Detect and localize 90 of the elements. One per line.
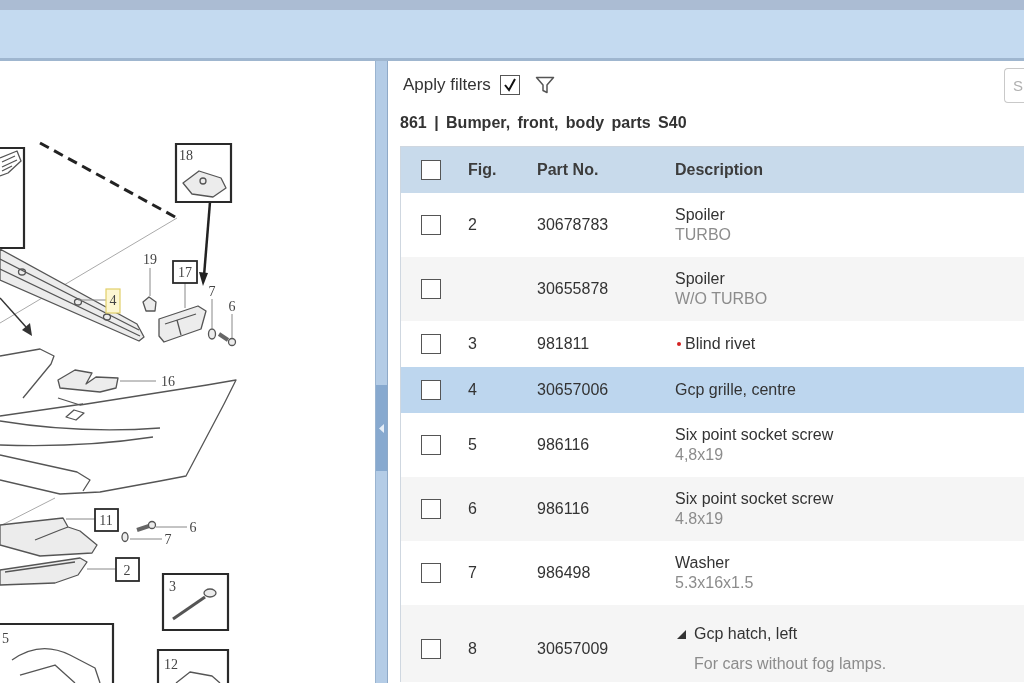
filter-icon[interactable] — [534, 75, 555, 95]
figure-number: 5 — [468, 435, 478, 455]
parts-row[interactable]: 30655878 Spoiler W/O TURBO — [401, 257, 1024, 321]
inset-frame — [161, 572, 230, 632]
part-number: 30655878 — [537, 279, 610, 299]
figure-number: 8 — [468, 639, 478, 659]
splitter-handle[interactable] — [376, 385, 387, 471]
row-checkbox[interactable] — [421, 435, 441, 455]
callout-label[interactable]: 3 — [169, 579, 176, 594]
inset-frame — [174, 142, 233, 204]
part-number: 30657006 — [537, 380, 610, 400]
callout-label[interactable]: 19 — [143, 252, 157, 267]
leader-line — [77, 299, 107, 301]
parts-row[interactable]: 4 30657006 Gcp grille, centre — [401, 367, 1024, 413]
search-field[interactable]: S — [1004, 67, 1024, 103]
description-text: Spoiler — [675, 205, 725, 225]
pointer-arrow — [0, 297, 32, 336]
leader-line — [119, 380, 157, 382]
group-title: 861 | Bumper, front, body parts S40 — [400, 113, 688, 133]
caret-left-icon — [379, 423, 384, 433]
part-number: 986116 — [537, 499, 591, 519]
column-header: Fig. — [468, 160, 498, 180]
leader-line — [149, 267, 151, 297]
description-note: 5.3x16x1.5 — [675, 573, 754, 593]
filter-label: Apply filters — [403, 75, 491, 95]
part-number: 986498 — [537, 563, 592, 583]
select-all-checkbox[interactable] — [421, 160, 441, 180]
description-text: Six point socket screw — [675, 425, 834, 445]
description-text: Spoiler — [675, 269, 725, 289]
callout-label[interactable]: 12 — [164, 657, 178, 672]
filter-checkbox[interactable] — [499, 75, 520, 95]
row-checkbox[interactable] — [421, 334, 441, 354]
washer-drawing — [121, 531, 129, 543]
callout-label[interactable]: 4 — [105, 288, 121, 314]
callout-label[interactable]: 6 — [228, 299, 236, 314]
description-text: Blind rivet — [685, 334, 756, 354]
row-checkbox[interactable] — [421, 563, 441, 583]
callout-label[interactable]: 16 — [161, 374, 175, 389]
parts-row[interactable]: 8 30657009 Gcp hatch, left For cars without fog lamps. — [401, 605, 1024, 682]
expanded-triangle-icon[interactable] — [677, 629, 686, 639]
screw-drawing — [136, 520, 157, 532]
part-number: 986116 — [537, 435, 591, 455]
description-text: Gcp hatch, left — [694, 624, 798, 644]
row-checkbox[interactable] — [421, 639, 441, 659]
leader-line — [65, 518, 96, 520]
washer-drawing — [207, 328, 217, 340]
screw-drawing — [217, 332, 237, 347]
row-checkbox[interactable] — [421, 380, 441, 400]
parts-row[interactable]: 6 986116 Six point socket screw 4.8x19 — [401, 477, 1024, 541]
figure-number: 2 — [468, 215, 478, 235]
figure-number: 7 — [468, 563, 478, 583]
leader-line — [155, 526, 188, 528]
callout-label[interactable]: 2 — [115, 557, 140, 582]
description-note: W/O TURBO — [675, 289, 768, 309]
description-text: Gcp grille, centre — [675, 380, 796, 400]
figure-number: 6 — [468, 499, 478, 519]
figure-number: 3 — [468, 334, 478, 354]
clip-drawing — [182, 170, 227, 198]
leader-line — [129, 538, 163, 540]
clip-drawing — [57, 369, 119, 393]
leader-line — [211, 298, 213, 330]
description-note: For cars without fog lamps. — [693, 654, 887, 674]
callout-label[interactable]: 6 — [189, 520, 197, 535]
column-header: Part No. — [537, 160, 600, 180]
column-header: Description — [675, 160, 764, 180]
bracket-drawing — [158, 305, 207, 343]
part-number: 30657009 — [537, 639, 610, 659]
description-text: Washer — [675, 553, 730, 573]
figure-number: 4 — [468, 380, 478, 400]
description-text: Six point socket screw — [675, 489, 834, 509]
row-checkbox[interactable] — [421, 499, 441, 519]
callout-label[interactable]: 11 — [94, 508, 119, 532]
description-note: 4.8x19 — [675, 509, 724, 529]
callout-label[interactable]: 5 — [2, 631, 9, 646]
guide-line — [0, 497, 56, 527]
leader-line — [86, 568, 117, 570]
clip-drawing — [175, 671, 221, 683]
callout-label[interactable]: 18 — [179, 148, 193, 163]
row-checkbox[interactable] — [421, 279, 441, 299]
part-number: 981811 — [537, 334, 591, 354]
callout-label[interactable]: 7 — [208, 284, 216, 299]
callout-label[interactable]: 17 — [172, 260, 198, 284]
description-note: TURBO — [675, 225, 731, 245]
description-note: 4,8x19 — [675, 445, 724, 465]
part-number: 30678783 — [537, 215, 610, 235]
row-checkbox[interactable] — [421, 215, 441, 235]
callout-label[interactable]: 7 — [164, 532, 172, 547]
leader-line — [184, 282, 186, 309]
nut-drawing — [142, 296, 157, 312]
leader-line — [231, 313, 233, 339]
